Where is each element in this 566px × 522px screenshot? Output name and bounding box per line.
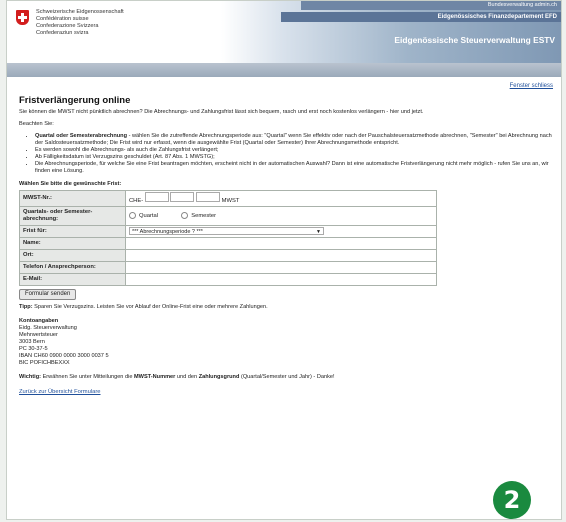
name-field[interactable] <box>125 237 437 250</box>
name-label: Name: <box>19 237 126 250</box>
tip-text: Tipp: Sparen Sie Verzugszins. Leisten Si… <box>19 304 553 311</box>
important-bold: Wichtig: <box>19 374 42 380</box>
account-line: PC 30-37-5 <box>19 346 48 352</box>
note-heading: Beachten Sie: <box>19 121 54 127</box>
admin-link[interactable]: Bundesverwaltung admin.ch <box>301 1 561 10</box>
mwst-field-1[interactable] <box>144 192 169 202</box>
site-header: Schweizerische Eidgenossenschaft Confédé… <box>7 1 561 63</box>
account-line: Eidg. Steuerverwaltung <box>19 325 77 331</box>
office-name: Eidgenössische Steuerverwaltung ESTV <box>394 35 555 45</box>
important-note: Wichtig: Erwähnen Sie unter Mitteilungen… <box>19 374 553 381</box>
conf-line: Confederaziun svizra <box>36 30 89 36</box>
ort-label: Ort: <box>19 249 126 262</box>
page-title: Fristverlängerung online <box>19 95 131 106</box>
header-banner: Bundesverwaltung admin.ch Eidgenössische… <box>221 1 561 63</box>
swiss-cross-logo-icon <box>16 10 29 25</box>
list-item: Ab Fälligkeitsdatum ist Verzugszins gesc… <box>35 154 553 161</box>
account-line: IBAN CH60 0900 0000 3000 0037 5 <box>19 353 109 359</box>
email-label: E-Mail: <box>19 273 126 286</box>
ort-field[interactable] <box>125 249 437 262</box>
notes-list: Quartal oder Semesterabrechnung - wählen… <box>19 133 553 175</box>
mwst-label: MWST-Nr.: <box>19 190 126 207</box>
table-row: MWST-Nr.: CHE- MWST <box>19 190 437 207</box>
mwst-field-3[interactable] <box>196 192 221 202</box>
note-bold: Quartal oder Semesterabrechnung <box>35 133 128 139</box>
account-line: Mehrwertsteuer <box>19 332 58 338</box>
important-text: (Quartal/Semester und Jahr) - Danke! <box>239 374 335 380</box>
list-item: Quartal oder Semesterabrechnung - wählen… <box>35 133 553 147</box>
note-text: Es werden sowohl die Abrechnungs- als au… <box>35 147 219 153</box>
main-content: Fenster schliess Fristverlängerung onlin… <box>7 77 561 396</box>
table-row: Frist für: *** Abrechnungsperiode ? *** ▼ <box>19 225 437 238</box>
semester-radio[interactable] <box>181 211 189 219</box>
tip-bold: Tipp: <box>19 304 33 310</box>
important-reason: Zahlungsgrund <box>198 374 240 380</box>
deadline-value: *** Abrechnungsperiode ? *** <box>132 229 203 235</box>
account-info: Kontoangaben Eidg. Steuerverwaltung Mehr… <box>19 318 553 367</box>
phone-field[interactable] <box>125 261 437 274</box>
table-row: Telefon / Ansprechperson: <box>19 261 437 274</box>
email-field[interactable] <box>125 273 437 286</box>
step-number-badge: 2 <box>493 481 531 519</box>
chevron-down-icon: ▼ <box>316 229 321 235</box>
important-mwst: MWST-Nummer <box>134 374 176 380</box>
mwst-field-2[interactable] <box>170 192 195 202</box>
tip-body: Sparen Sie Verzugszins. Leisten Sie vor … <box>32 304 268 310</box>
account-line: BIC POFICHBEXXX <box>19 360 70 366</box>
form-title: Wählen Sie bitte die gewünschte Frist: <box>19 181 122 187</box>
period-label: Quartals- oder Semester-abrechnung: <box>19 206 126 226</box>
back-to-forms-link[interactable]: Zurück zur Übersicht Formulare <box>19 389 553 396</box>
note-text: Ab Fälligkeitsdatum ist Verzugszins gesc… <box>35 154 215 160</box>
conf-line: Confederazione Svizzera <box>36 23 99 29</box>
period-cell: Quartal Semester <box>125 206 437 226</box>
extension-form: MWST-Nr.: CHE- MWST Quartals- oder Semes… <box>19 190 437 286</box>
mwst-prefix: CHE- <box>129 198 144 204</box>
quarter-label: Quartal <box>139 213 159 220</box>
mwst-suffix: MWST <box>221 198 240 204</box>
page-frame: Schweizerische Eidgenossenschaft Confédé… <box>6 0 562 520</box>
conf-line: Confédération suisse <box>36 16 89 22</box>
important-text: Erwähnen Sie unter Mitteilungen die <box>41 374 134 380</box>
table-row: Name: <box>19 237 437 250</box>
close-window-link[interactable]: Fenster schliess <box>19 83 553 90</box>
table-row: E-Mail: <box>19 273 437 286</box>
list-item: Es werden sowohl die Abrechnungs- als au… <box>35 147 553 154</box>
nav-stripe <box>7 63 561 77</box>
table-row: Ort: <box>19 249 437 262</box>
important-text: und den <box>175 374 199 380</box>
list-item: Die Abrechnungsperiode, für welche Sie e… <box>35 161 553 175</box>
account-title: Kontoangaben <box>19 318 59 324</box>
department-name: Eidgenössisches Finanzdepartement EFD <box>281 12 561 22</box>
confederation-name: Schweizerische Eidgenossenschaft Confédé… <box>36 9 124 37</box>
phone-label: Telefon / Ansprechperson: <box>19 261 126 274</box>
deadline-select[interactable]: *** Abrechnungsperiode ? *** ▼ <box>129 227 324 235</box>
deadline-cell: *** Abrechnungsperiode ? *** ▼ <box>125 225 437 238</box>
semester-label: Semester <box>191 213 217 220</box>
note-text: Die Abrechnungsperiode, für welche Sie e… <box>35 161 549 174</box>
deadline-label: Frist für: <box>19 225 126 238</box>
conf-line: Schweizerische Eidgenossenschaft <box>36 9 124 15</box>
submit-button[interactable]: Formular senden <box>19 289 77 300</box>
quarter-radio[interactable] <box>129 211 136 219</box>
account-line: 3003 Bern <box>19 339 45 345</box>
mwst-cell: CHE- MWST <box>125 190 437 207</box>
intro-text: Sie können die MWST nicht pünktlich abre… <box>19 109 424 115</box>
table-row: Quartals- oder Semester-abrechnung: Quar… <box>19 206 437 226</box>
